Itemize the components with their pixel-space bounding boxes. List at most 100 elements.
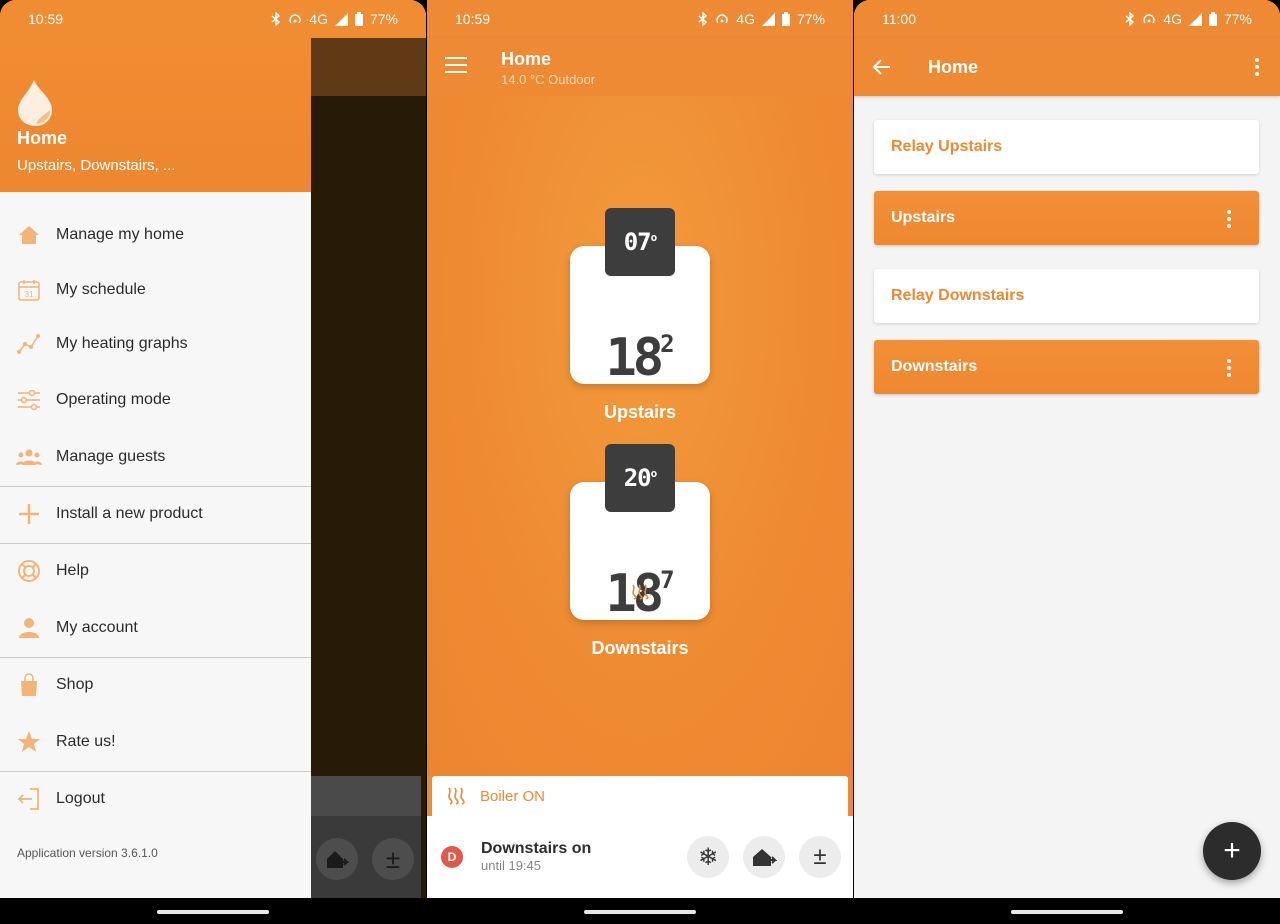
room-card-downstairs[interactable]: Downstairs — [874, 340, 1259, 394]
drawer-home-title: Home — [17, 128, 68, 148]
thermostat-name: Downstairs — [591, 638, 689, 658]
mode-panel: D Downstairs on until 19:45 ❄ ± — [427, 816, 853, 898]
setpoint-display: 07 o — [605, 208, 675, 276]
add-room-button[interactable]: + — [1203, 822, 1261, 880]
plus-icon: + — [1223, 834, 1241, 867]
battery-icon — [1208, 12, 1217, 26]
drawer-home-rooms: Upstairs, Downstairs, ... — [17, 157, 176, 174]
drawer-header: Home Upstairs, Downstairs, ... — [0, 38, 311, 192]
room-card-upstairs[interactable]: Upstairs — [874, 191, 1259, 245]
dimmed-appbar — [311, 38, 426, 96]
room-card-label: Relay Downstairs — [891, 287, 1025, 304]
hotspot-icon — [1143, 14, 1156, 24]
plus-icon — [16, 501, 42, 527]
heating-icon — [446, 787, 466, 805]
room-card-relay-upstairs[interactable]: Relay Upstairs — [874, 120, 1259, 174]
away-mode-button[interactable] — [743, 836, 785, 878]
battery-icon — [354, 12, 363, 26]
app-bar: Home — [854, 38, 1280, 96]
setpoint-display: 20 o — [605, 444, 675, 512]
calendar-day-number: 31 — [25, 290, 34, 299]
menu-item-label: Help — [56, 562, 89, 579]
system-nav-bar — [0, 898, 426, 924]
manual-adjust-button[interactable]: ± — [799, 836, 841, 878]
menu-item-label: Rate us! — [56, 733, 116, 750]
home-indicator[interactable] — [157, 910, 269, 914]
menu-item-help[interactable]: Help — [0, 543, 311, 599]
room-card-label: Relay Upstairs — [891, 138, 1003, 155]
menu-hamburger-icon[interactable] — [445, 57, 467, 77]
boiler-status-bar[interactable]: Boiler ON — [432, 776, 848, 816]
hotspot-icon — [716, 14, 729, 24]
battery-percent: 77% — [796, 11, 825, 27]
drawer-scrim[interactable]: ± — [311, 38, 426, 898]
snowflake-icon: ❄ — [697, 843, 719, 871]
home-indicator[interactable] — [584, 910, 696, 914]
away-home-icon — [753, 849, 777, 866]
system-nav-bar — [427, 898, 853, 924]
app-bar: Home 14.0 °C Outdoor — [427, 38, 853, 96]
battery-icon — [781, 12, 790, 26]
menu-item-manage-guests[interactable]: Manage guests — [0, 429, 311, 485]
back-arrow-icon[interactable] — [872, 57, 892, 82]
star-icon — [16, 729, 42, 755]
room-card-label: Upstairs — [891, 209, 956, 226]
room-badge: D — [441, 846, 463, 868]
menu-item-label: Operating mode — [56, 391, 171, 408]
lifebuoy-icon — [16, 558, 42, 584]
graph-icon — [16, 331, 42, 357]
menu-item-manage-home[interactable]: Manage my home — [0, 207, 311, 263]
menu-item-heating-graphs[interactable]: My heating graphs — [0, 316, 311, 372]
menu-item-account[interactable]: My account — [0, 600, 311, 656]
app-version: Application version 3.6.1.0 — [17, 846, 158, 860]
signal-icon — [761, 12, 775, 26]
room-card-label: Downstairs — [891, 358, 978, 375]
shopping-bag-icon — [16, 672, 42, 698]
room-options-icon[interactable] — [1226, 210, 1232, 231]
boiler-status-label: Boiler ON — [480, 787, 546, 805]
screen-navigation-drawer: ± 10:59 4G 77% Home Upstairs, Downstairs… — [0, 0, 426, 924]
plus-minus-icon: ± — [813, 843, 827, 870]
current-temperature: 182 — [605, 328, 675, 388]
bluetooth-icon — [1125, 12, 1135, 26]
status-bar: 11:00 4G 77% — [854, 0, 1280, 38]
dimmed-away-icon — [316, 838, 358, 880]
overflow-menu-icon[interactable] — [1254, 58, 1260, 79]
menu-item-label: Shop — [56, 676, 94, 693]
menu-item-rate-us[interactable]: Rate us! — [0, 714, 311, 770]
menu-item-label: My heating graphs — [56, 335, 188, 352]
menu-item-logout[interactable]: Logout — [0, 771, 311, 827]
page-title: Home — [501, 49, 552, 69]
room-options-icon[interactable] — [1226, 359, 1232, 380]
status-time: 10:59 — [28, 11, 64, 27]
battery-percent: 77% — [1223, 11, 1252, 27]
menu-item-shop[interactable]: Shop — [0, 657, 311, 713]
page-title: Home — [928, 57, 979, 77]
bluetooth-icon — [271, 12, 281, 26]
navigation-drawer: Home Upstairs, Downstairs, ... Manage my… — [0, 38, 311, 898]
status-bar: 10:59 4G 77% — [427, 0, 853, 38]
screen-home: 10:59 4G 77% Home 14.0 °C Outdoor 182 07… — [427, 0, 853, 924]
menu-item-schedule[interactable]: 31 My schedule — [0, 262, 311, 318]
calendar-icon: 31 — [16, 277, 42, 303]
room-card-relay-downstairs[interactable]: Relay Downstairs — [874, 269, 1259, 323]
network-type: 4G — [1163, 11, 1182, 27]
menu-item-label: Manage guests — [56, 448, 166, 465]
menu-item-install-product[interactable]: Install a new product — [0, 486, 311, 542]
dimmed-plusminus-icon: ± — [372, 838, 414, 880]
dimmed-boiler-bar — [311, 776, 421, 816]
system-nav-bar — [854, 898, 1280, 924]
home-indicator[interactable] — [1011, 910, 1123, 914]
status-bar: 10:59 4G 77% — [0, 0, 426, 38]
mode-title: Downstairs on — [481, 840, 592, 857]
menu-item-label: Logout — [56, 790, 105, 807]
home-icon — [16, 222, 42, 248]
signal-icon — [334, 12, 348, 26]
status-time: 11:00 — [882, 11, 916, 27]
bluetooth-icon — [698, 12, 708, 26]
hotspot-icon — [289, 14, 302, 24]
menu-item-label: Manage my home — [56, 226, 185, 243]
frost-guard-button[interactable]: ❄ — [687, 836, 729, 878]
menu-item-operating-mode[interactable]: Operating mode — [0, 372, 311, 428]
thermostat-name: Upstairs — [603, 402, 677, 422]
